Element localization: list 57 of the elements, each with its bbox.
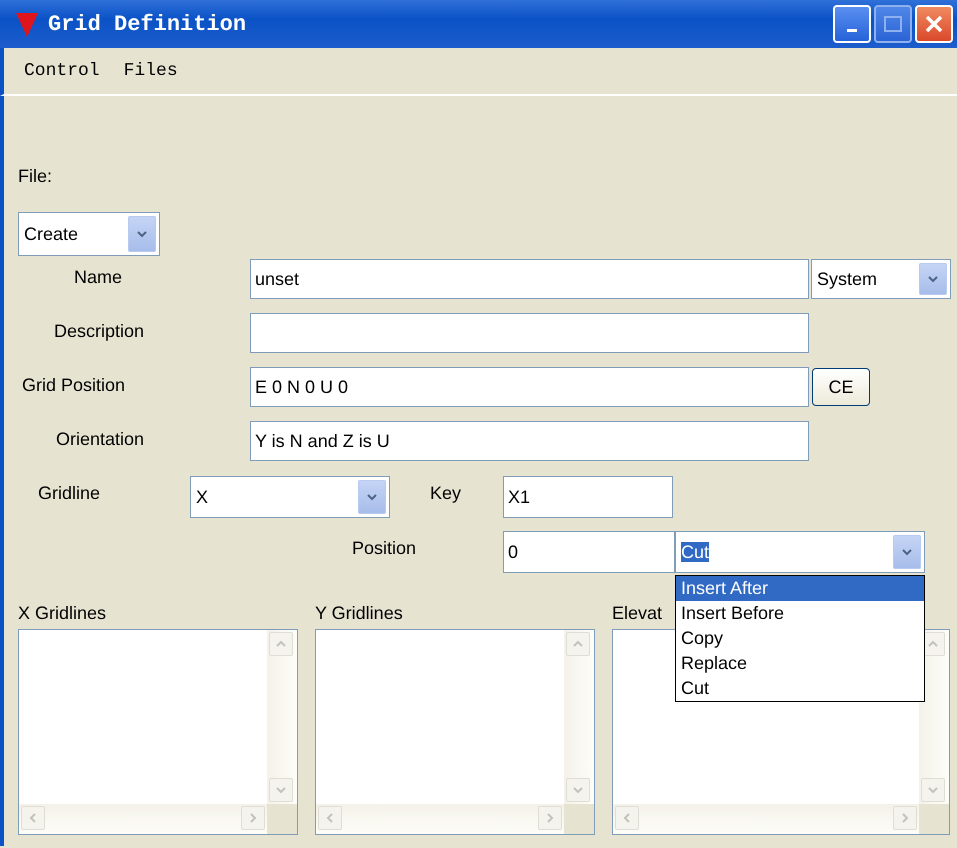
field-label: Elevat <box>612 603 662 625</box>
scrollbar-corner <box>267 804 297 834</box>
scroll-down-icon[interactable] <box>566 778 590 802</box>
field-label: Y Gridlines <box>315 603 403 625</box>
list-box[interactable] <box>18 629 298 835</box>
scroll-right-icon[interactable] <box>538 806 562 830</box>
vertical-scrollbar[interactable] <box>564 630 594 804</box>
name-field[interactable]: unset <box>250 259 809 299</box>
scrollbar-corner <box>919 804 949 834</box>
scroll-left-icon[interactable] <box>21 806 45 830</box>
system-dropdown[interactable]: System <box>811 259 951 299</box>
grid-position-field[interactable]: E 0 N 0 U 0 <box>250 367 809 407</box>
field-label: Gridline <box>37 483 102 504</box>
ce-button[interactable]: CE <box>812 368 870 406</box>
menu-item[interactable]: Control <box>24 61 100 81</box>
horizontal-scrollbar[interactable] <box>316 804 564 834</box>
action-dropdown[interactable]: Cut <box>675 531 925 573</box>
horizontal-scrollbar[interactable] <box>19 804 267 834</box>
orientation-field[interactable]: Y is N and Z is U <box>250 421 809 461</box>
maximize-button[interactable] <box>874 5 912 43</box>
field-label: X Gridlines <box>18 603 106 625</box>
close-icon <box>923 13 945 35</box>
position-field[interactable]: 0 <box>503 531 675 573</box>
window-title: Grid Definition <box>48 12 248 36</box>
maximize-icon <box>883 14 903 34</box>
minimize-icon <box>847 28 857 32</box>
horizontal-scrollbar[interactable] <box>613 804 919 834</box>
field-label: Name <box>73 267 124 288</box>
field-label: Orientation <box>55 429 146 450</box>
field-label: Position <box>351 538 418 559</box>
scroll-down-icon[interactable] <box>921 778 945 802</box>
dropdown-option[interactable]: Replace <box>676 651 924 676</box>
dropdown-option[interactable]: Insert Before <box>676 601 924 626</box>
field-label: Grid Position <box>21 375 126 396</box>
vertical-scrollbar[interactable] <box>267 630 297 804</box>
scroll-left-icon[interactable] <box>615 806 639 830</box>
scroll-right-icon[interactable] <box>893 806 917 830</box>
menu-item[interactable]: Files <box>124 61 178 81</box>
key-field[interactable]: X1 <box>503 476 673 518</box>
app-icon <box>16 11 38 37</box>
scrollbar-corner <box>564 804 594 834</box>
file-mode-dropdown[interactable]: Create <box>18 212 160 256</box>
close-button[interactable] <box>915 5 953 43</box>
field-label: File: <box>18 166 54 188</box>
scroll-down-icon[interactable] <box>269 778 293 802</box>
field-label: Key <box>429 483 462 504</box>
dropdown-option[interactable]: Insert After <box>676 576 924 601</box>
dropdown-option[interactable]: Cut <box>676 676 924 701</box>
dropdown-option[interactable]: Copy <box>676 626 924 651</box>
minimize-button[interactable] <box>833 5 871 43</box>
gridline-dropdown[interactable]: X <box>190 476 390 518</box>
scroll-right-icon[interactable] <box>241 806 265 830</box>
field-label: Description <box>53 321 146 342</box>
scroll-left-icon[interactable] <box>318 806 342 830</box>
vertical-scrollbar[interactable] <box>919 630 949 804</box>
description-field[interactable] <box>250 313 809 353</box>
list-box[interactable] <box>315 629 595 835</box>
